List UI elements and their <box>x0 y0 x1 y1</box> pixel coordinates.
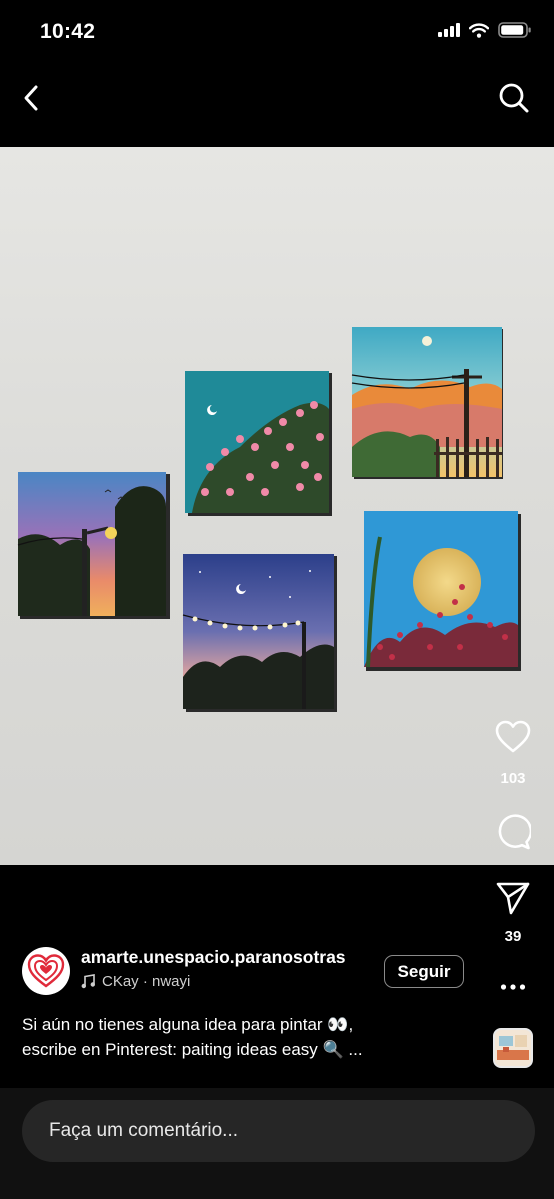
follow-button[interactable]: Seguir <box>384 955 464 988</box>
post-caption[interactable]: Si aún no tienes alguna idea para pintar… <box>22 1012 462 1062</box>
wifi-icon <box>469 22 489 38</box>
comment-bubble-icon <box>498 814 531 850</box>
caption-line-1: Si aún no tienes alguna idea para pintar… <box>22 1015 354 1034</box>
more-dots-icon <box>500 984 526 990</box>
username[interactable]: amarte.unespacio.paranosotras <box>81 947 346 968</box>
status-icons <box>438 22 532 38</box>
status-time: 10:42 <box>40 20 96 43</box>
painting-string-lights <box>182 554 337 712</box>
status-bar: 10:42 <box>0 0 554 66</box>
painting-flowers-teal <box>185 371 332 516</box>
painting-streetlamp <box>17 472 170 619</box>
heart-logo-icon <box>27 954 65 988</box>
comment-button[interactable] <box>491 810 535 854</box>
paintings-photo <box>17 327 521 712</box>
avatar[interactable] <box>22 947 70 995</box>
post-media[interactable] <box>0 147 554 865</box>
comment-input[interactable]: Faça um comentário... <box>22 1100 535 1162</box>
audio-thumbnail-image <box>495 1030 531 1066</box>
painting-moon-flowers <box>364 511 521 671</box>
chevron-left-icon <box>24 85 38 111</box>
share-count: 39 <box>504 928 522 945</box>
battery-icon <box>498 22 531 38</box>
like-button[interactable] <box>491 715 535 759</box>
more-options-button[interactable] <box>491 965 535 1009</box>
back-button[interactable] <box>14 80 50 116</box>
audio-thumbnail[interactable] <box>493 1028 533 1068</box>
cellular-signal-icon <box>438 23 460 37</box>
caption-line-2: escribe en Pinterest: paiting ideas easy… <box>22 1040 363 1059</box>
painting-clouds-sunset <box>351 327 503 479</box>
search-icon <box>499 83 529 113</box>
search-button[interactable] <box>496 80 532 116</box>
share-button[interactable] <box>491 876 535 920</box>
heart-icon <box>495 720 531 753</box>
music-note-icon <box>81 974 95 989</box>
audio-track[interactable]: CKay · nwayi <box>81 973 190 990</box>
audio-track-label: CKay · nwayi <box>102 973 191 990</box>
send-icon <box>496 882 530 915</box>
like-count: 103 <box>500 770 526 787</box>
